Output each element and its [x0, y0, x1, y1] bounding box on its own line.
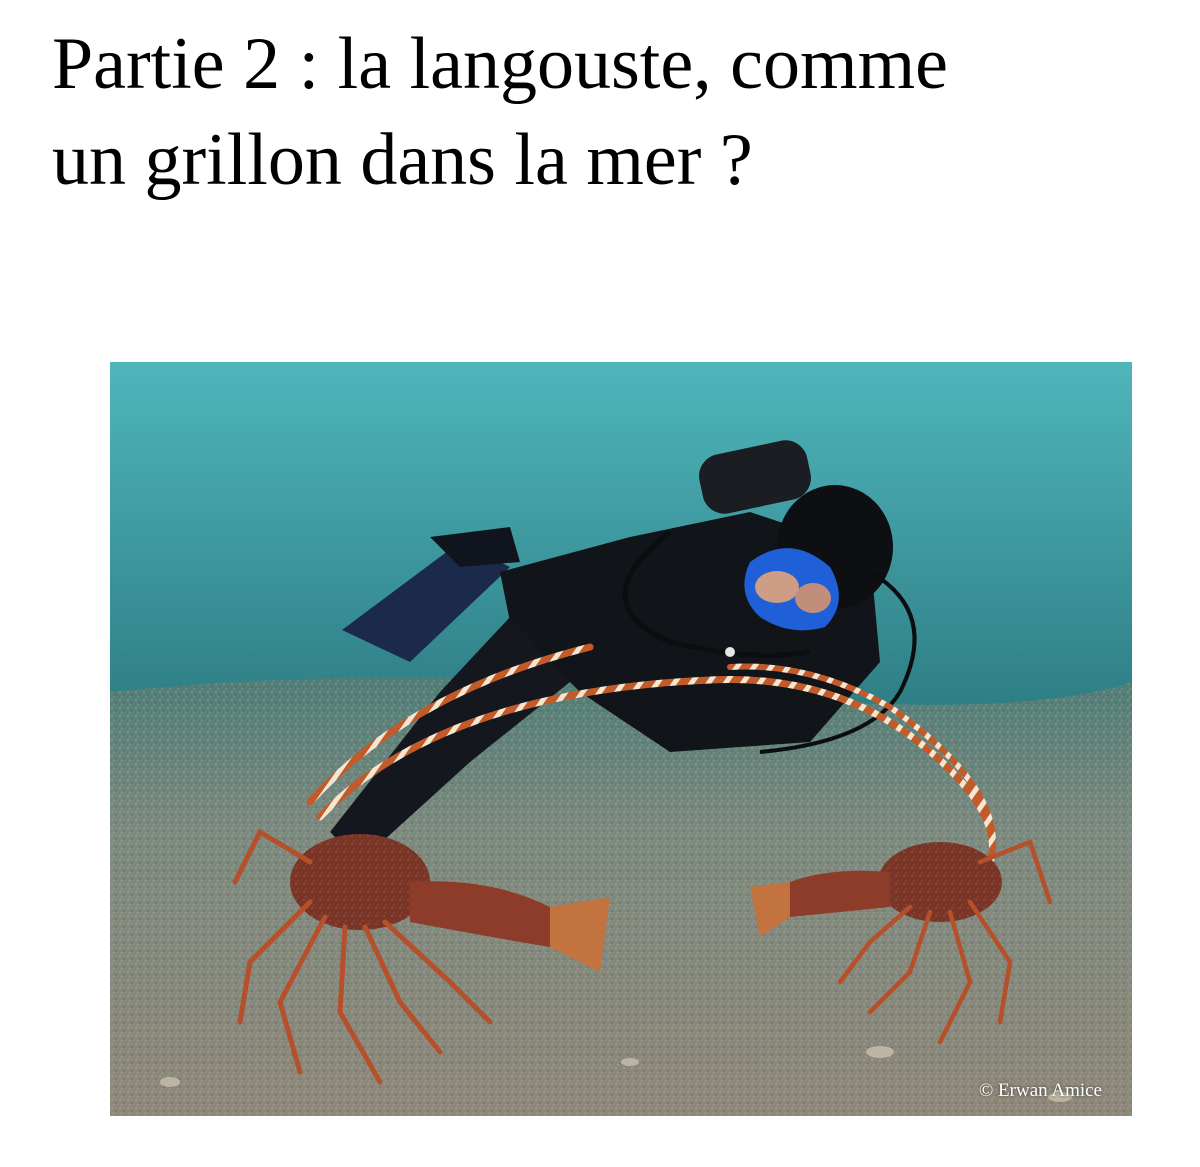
title-line-1: Partie 2 : la langouste, comme: [52, 23, 948, 105]
title-line-2: un grillon dans la mer ?: [52, 119, 753, 201]
photo-illustration: [110, 362, 1132, 1116]
underwater-photo: © Erwan Amice: [110, 362, 1132, 1116]
page-title: Partie 2 : la langouste, comme un grillo…: [52, 16, 1182, 208]
photo-credit: © Erwan Amice: [978, 1080, 1102, 1101]
